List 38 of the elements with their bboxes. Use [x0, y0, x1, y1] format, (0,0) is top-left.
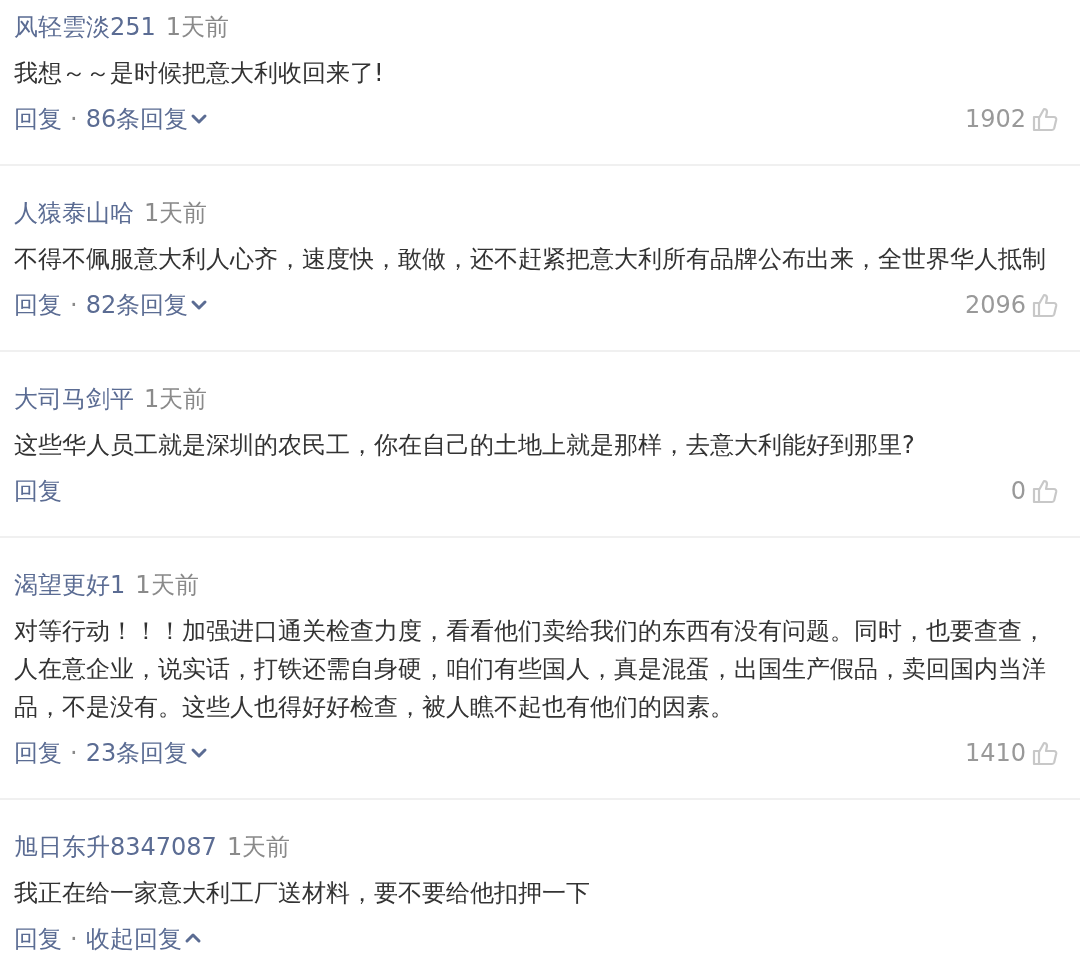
comment-time: 1天前 [135, 570, 199, 601]
comment-text: 我正在给一家意大利工厂送材料，要不要给他扣押一下 [14, 878, 590, 909]
separator-dot: · [70, 924, 78, 955]
reply-link[interactable]: 回复 [14, 473, 62, 509]
thumbs-up-icon[interactable] [1032, 740, 1058, 766]
like-count: 2096 [964, 290, 1026, 321]
comment-text: 我想～～是时候把意大利收回来了! [14, 58, 384, 89]
reply-link[interactable]: 回复 [14, 101, 62, 137]
comment-text: 这些华人员工就是深圳的农民工，你在自己的土地上就是那样，去意大利能好到那里? [14, 430, 915, 461]
separator-dot: · [70, 290, 78, 321]
comment-text: 不得不佩服意大利人心齐，速度快，敢做，还不赶紧把意大利所有品牌公布出来，全世界华人抵制 [14, 244, 1046, 275]
like-count: 0 [1010, 476, 1026, 507]
username[interactable]: 人猿泰山哈 [14, 194, 134, 232]
separator-dot: · [70, 104, 78, 135]
reply-link[interactable]: 回复 [14, 921, 62, 957]
replies-toggle[interactable]: 82条回复 [85, 287, 209, 323]
replies-toggle[interactable]: 86条回复 [85, 101, 209, 137]
username[interactable]: 旭日东升8347087 [14, 828, 217, 866]
replies-toggle[interactable]: 收起回复 [85, 921, 202, 957]
comment-time: 1天前 [144, 198, 208, 229]
thumbs-up-icon[interactable] [1032, 478, 1058, 504]
comment-time: 1天前 [226, 832, 291, 863]
thumbs-up-icon[interactable] [1032, 106, 1058, 132]
username[interactable]: 渴望更好1 [14, 566, 126, 604]
replies-toggle[interactable]: 23条回复 [85, 735, 209, 771]
like-count: 1410 [964, 738, 1026, 769]
thumbs-up-icon[interactable] [1032, 292, 1058, 318]
reply-link[interactable]: 回复 [14, 735, 62, 771]
comment-text: 对等行动！！！加强进口通关检查力度，看看他们卖给我们的东西有没有问题。同时，也要查查， [14, 616, 1046, 647]
separator-dot: · [70, 738, 78, 769]
like-count: 1902 [964, 104, 1026, 135]
reply-link[interactable]: 回复 [14, 287, 62, 323]
comment-text: 品，不是没有。这些人也得好好检查，被人瞧不起也有他们的因素。 [14, 692, 734, 723]
comment-time: 1天前 [144, 384, 208, 415]
comment-text: 人在意企业，说实话，打铁还需自身硬，咱们有些国人，真是混蛋，出国生产假品，卖回国内当洋 [14, 654, 1046, 685]
username[interactable]: 风轻雲淡251 [14, 8, 156, 46]
comment-time: 1天前 [165, 12, 230, 43]
username[interactable]: 大司马剑平 [14, 380, 134, 418]
